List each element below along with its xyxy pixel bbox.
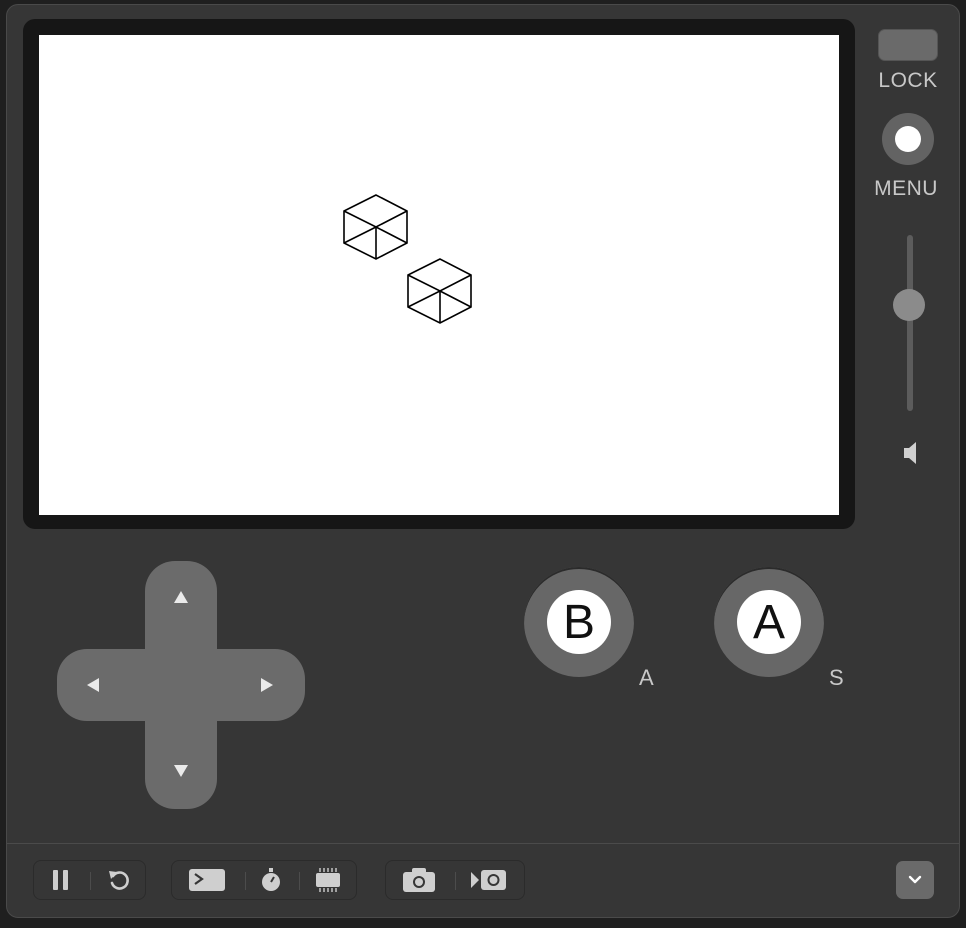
- down-arrow-icon: [174, 765, 188, 777]
- b-button[interactable]: B: [524, 567, 634, 677]
- dpad-up-button[interactable]: [151, 567, 211, 627]
- record-video-icon: [471, 870, 506, 890]
- dpad-right-button[interactable]: [237, 655, 297, 715]
- lock-label: LOCK: [878, 69, 938, 92]
- game-canvas: [343, 194, 472, 324]
- speaker-icon: [901, 440, 921, 471]
- cube-sprite: [407, 258, 472, 324]
- volume-slider-thumb[interactable]: [893, 289, 925, 322]
- menu-label: MENU: [874, 177, 938, 200]
- a-button[interactable]: A: [714, 567, 824, 677]
- expand-button[interactable]: [896, 861, 934, 899]
- pause-icon: [53, 870, 68, 890]
- screenshot-button[interactable]: [394, 861, 444, 899]
- restart-icon: [109, 871, 129, 890]
- b-button-key-hint: A: [639, 665, 654, 690]
- toolbar-divider: [7, 843, 959, 844]
- record-video-button[interactable]: [464, 861, 514, 899]
- a-button-key-hint: S: [829, 665, 844, 690]
- restart-button[interactable]: [94, 861, 144, 899]
- screen-bezel: [23, 19, 855, 529]
- separator: [90, 872, 91, 890]
- up-arrow-icon: [174, 591, 188, 603]
- a-button-label: A: [737, 590, 801, 654]
- console-button[interactable]: [182, 861, 232, 899]
- stopwatch-button[interactable]: [246, 861, 296, 899]
- lock-button[interactable]: [878, 29, 938, 61]
- cpu-button[interactable]: [303, 861, 353, 899]
- chevron-down-icon: [908, 875, 922, 884]
- cube-sprite: [343, 194, 408, 260]
- dpad-left-button[interactable]: [63, 655, 123, 715]
- console-icon: [189, 869, 225, 891]
- separator: [299, 872, 300, 890]
- debug-controls: [171, 860, 357, 900]
- simulator-device: LOCK MENU B A A S: [6, 4, 960, 918]
- menu-button[interactable]: [882, 113, 934, 165]
- separator: [455, 872, 456, 890]
- pause-button[interactable]: [36, 861, 86, 899]
- menu-button-dot: [895, 126, 921, 152]
- game-screen[interactable]: [39, 35, 839, 515]
- b-button-label: B: [547, 590, 611, 654]
- right-arrow-icon: [261, 678, 273, 692]
- camera-icon: [403, 868, 435, 892]
- dpad-down-button[interactable]: [151, 741, 211, 801]
- playback-controls: [33, 860, 146, 900]
- left-arrow-icon: [87, 678, 99, 692]
- volume-slider-track[interactable]: [907, 235, 913, 411]
- cpu-icon: [316, 868, 340, 892]
- capture-controls: [385, 860, 525, 900]
- stopwatch-icon: [262, 868, 280, 891]
